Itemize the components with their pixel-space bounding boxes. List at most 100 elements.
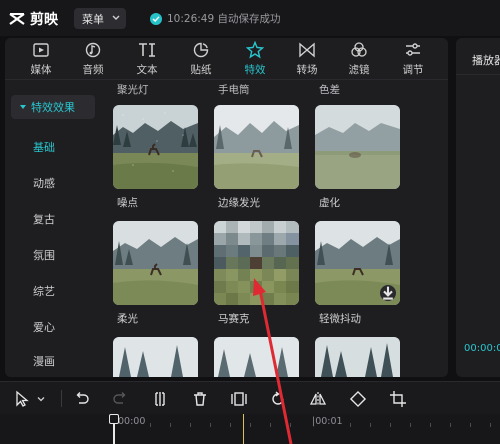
effect-label-chromatic: 色差 [319,84,340,96]
effect-thumb-row3-2[interactable] [214,337,299,377]
ruler-tick [470,423,471,427]
ruler-tick [190,423,191,427]
cursor-arrow-icon [16,390,29,407]
sidebar-item-basic[interactable]: 基础 [33,139,55,155]
effect-thumb-mosaic[interactable] [214,221,299,305]
undo-button[interactable] [72,389,92,409]
ruler-tick [250,423,251,427]
tab-sticker[interactable]: 贴纸 [175,38,227,80]
effect-label-slight-shake: 轻微抖动 [319,313,361,325]
menu-dropdown[interactable]: 菜单 [74,8,126,29]
tab-media[interactable]: 媒体 [15,38,67,80]
effect-thumb-blur[interactable] [315,105,400,189]
effect-thumb-edge-glow[interactable] [214,105,299,189]
effect-thumb-slight-shake[interactable] [315,221,400,305]
text-icon [139,43,155,57]
deer-scene-image [315,105,400,189]
sidebar-item-atmosphere[interactable]: 氛围 [33,247,55,263]
effect-label-noise: 噪点 [117,197,138,209]
ruler-tick [430,423,431,427]
filter-icon [351,42,367,57]
freeze-frame-button[interactable] [229,389,249,409]
redo-button[interactable] [110,389,130,409]
effect-label-edge-glow: 边缘发光 [218,197,260,209]
chevron-down-icon [37,397,45,402]
crop-icon [390,391,406,407]
sidebar-item-variety[interactable]: 综艺 [33,283,55,299]
ruler-time-start: 00:00 [118,416,146,427]
effects-category-sidebar: 特效效果 基础 动感 复古 氛围 综艺 爱心 漫画 [5,81,101,377]
trash-icon [194,392,206,406]
app-logo: 剪映 [8,9,58,29]
sidebar-item-retro[interactable]: 复古 [33,211,55,227]
ruler-tick [370,423,371,427]
ruler-tick [390,423,391,427]
rotate-button[interactable] [348,389,368,409]
deer-scene-image [214,105,299,189]
player-timecode: 00:00:0 [464,343,500,354]
sidebar-header-effects[interactable]: 特效效果 [11,95,95,119]
effect-thumb-row3-3[interactable] [315,337,400,377]
ruler-tick [210,423,211,427]
ruler-tick [150,423,151,427]
split-icon [155,392,165,406]
menu-label: 菜单 [82,12,104,26]
delete-button[interactable] [190,389,210,409]
player-panel: 播放器 00:00:0 [456,38,500,377]
undo-icon [76,392,89,404]
sticker-icon [193,42,209,58]
ruler-tick [450,423,451,427]
tab-effects[interactable]: 特效 [229,38,281,80]
crop-button[interactable] [388,389,408,409]
ruler-tick [490,423,491,427]
freeze-frame-icon [231,392,247,406]
redo-icon [113,392,126,404]
top-bar: 剪映 菜单 10:26:49 自动保存成功 [0,0,500,36]
tab-audio[interactable]: 音频 [67,38,119,80]
select-tool-button[interactable] [12,389,32,409]
effect-thumb-row3-1[interactable] [113,337,198,377]
mosaic-scene-image [214,221,299,305]
player-divider [456,74,500,75]
tab-bar: 媒体 音频 文本 贴纸 特效 转场 滤镜 调节 [5,38,448,80]
mirror-button[interactable] [308,389,328,409]
tab-adjust[interactable]: 调节 [387,38,439,80]
app-name: 剪映 [30,12,58,28]
playhead-handle[interactable] [109,414,119,424]
reverse-button[interactable] [268,389,288,409]
ruler-tick [350,423,351,427]
ruler-time-one-second: |00:01 [312,416,343,427]
ruler-tick [170,423,171,427]
caret-down-icon [20,105,26,109]
tab-transition[interactable]: 转场 [281,38,333,80]
ruler-tick [410,423,411,427]
forest-scene-image [315,337,400,377]
effect-thumb-soft-light[interactable] [113,221,198,305]
download-icon[interactable] [380,285,396,301]
chevron-down-icon [112,15,120,20]
effect-thumb-noise[interactable] [113,105,198,189]
effect-label-spotlight: 聚光灯 [117,84,149,96]
ruler-tick [270,423,271,427]
transition-icon [299,42,315,58]
capcut-logo-icon [9,13,25,25]
effect-label-soft-light: 柔光 [117,313,138,325]
autosave-status: 10:26:49 自动保存成功 [150,11,281,26]
sidebar-item-dynamic[interactable]: 动感 [33,175,55,191]
split-button[interactable] [150,389,170,409]
select-tool-dropdown[interactable] [34,389,48,409]
effects-grid: 聚光灯 手电筒 色差 噪点 边缘发光 虚化 柔光 马赛克 轻微抖动 [103,81,448,377]
check-icon [150,12,162,25]
sidebar-item-comic[interactable]: 漫画 [33,353,55,369]
rotate-icon [349,390,367,408]
tab-text[interactable]: 文本 [121,38,173,80]
tab-filter[interactable]: 滤镜 [333,38,385,80]
media-icon [33,43,49,57]
toolbar-separator [61,390,62,407]
sidebar-item-love[interactable]: 爱心 [33,319,55,335]
effect-label-blur: 虚化 [319,197,340,209]
adjust-icon [406,43,420,56]
forest-scene-image [113,337,198,377]
audio-icon [85,42,101,58]
timeline-ruler[interactable]: 00:00 |00:01 [0,414,500,444]
